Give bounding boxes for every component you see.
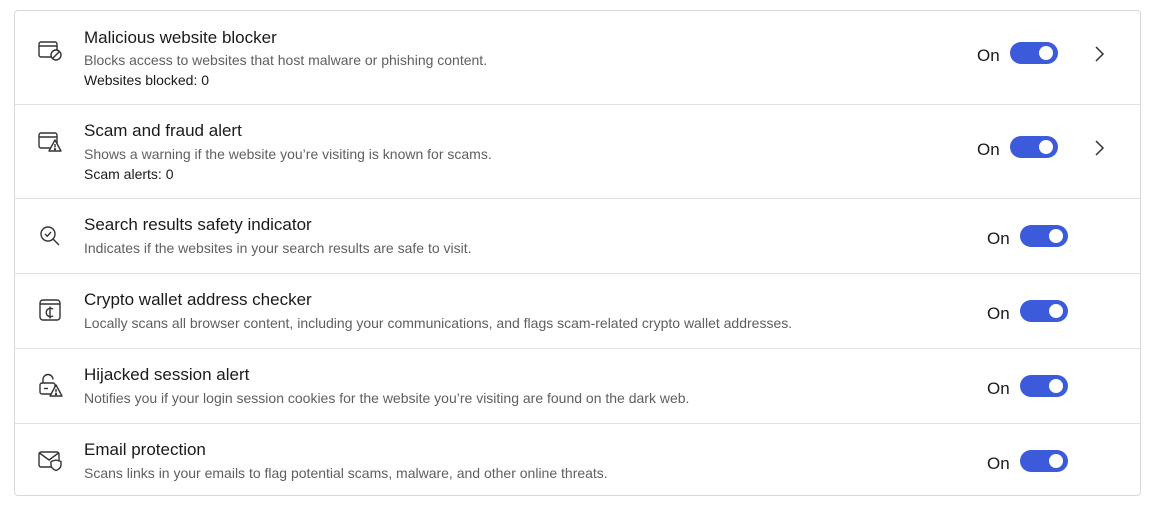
feature-row-crypto-wallet-address-checker: Crypto wallet address checker Locally sc… bbox=[15, 273, 1140, 349]
feature-description: Shows a warning if the website you’re vi… bbox=[84, 146, 492, 162]
toggle-knob bbox=[1049, 304, 1063, 318]
feature-title: Scam and fraud alert bbox=[84, 121, 242, 140]
toggle-knob bbox=[1039, 140, 1053, 154]
crypto-wallet-icon bbox=[36, 296, 64, 324]
feature-row-email-protection: Email protection Scans links in your ema… bbox=[15, 423, 1140, 495]
feature-description: Scans links in your emails to flag poten… bbox=[84, 465, 608, 481]
email-protection-toggle[interactable] bbox=[1020, 450, 1068, 472]
feature-description: Indicates if the websites in your search… bbox=[84, 240, 472, 256]
malicious-website-blocker-toggle[interactable] bbox=[1010, 42, 1058, 64]
toggle-state-label: On bbox=[987, 229, 1010, 248]
feature-row-malicious-website-blocker: Malicious website blocker Blocks access … bbox=[15, 11, 1140, 105]
crypto-wallet-address-checker-toggle[interactable] bbox=[1020, 300, 1068, 322]
feature-row-search-results-safety-indicator: Search results safety indicator Indicate… bbox=[15, 198, 1140, 274]
chevron-right-icon[interactable] bbox=[1092, 138, 1106, 158]
toggle-state-label: On bbox=[977, 46, 1000, 65]
toggle-knob bbox=[1049, 454, 1063, 468]
toggle-state-label: On bbox=[987, 379, 1010, 398]
feature-title: Search results safety indicator bbox=[84, 215, 312, 234]
search-results-safety-indicator-toggle[interactable] bbox=[1020, 225, 1068, 247]
email-shield-icon bbox=[36, 446, 64, 474]
toggle-knob bbox=[1049, 229, 1063, 243]
scam-and-fraud-alert-toggle[interactable] bbox=[1010, 136, 1058, 158]
feature-title: Hijacked session alert bbox=[84, 365, 250, 384]
feature-title: Email protection bbox=[84, 440, 206, 459]
toggle-knob bbox=[1039, 46, 1053, 60]
lock-warning-icon bbox=[36, 371, 64, 399]
browser-block-icon bbox=[36, 37, 64, 65]
feature-row-hijacked-session-alert: Hijacked session alert Notifies you if y… bbox=[15, 348, 1140, 424]
feature-row-scam-and-fraud-alert: Scam and fraud alert Shows a warning if … bbox=[15, 104, 1140, 199]
feature-title: Malicious website blocker bbox=[84, 28, 277, 47]
toggle-knob bbox=[1049, 379, 1063, 393]
search-check-icon bbox=[36, 222, 64, 250]
feature-description: Notifies you if your login session cooki… bbox=[84, 390, 690, 406]
chevron-right-icon[interactable] bbox=[1092, 44, 1106, 64]
web-protection-settings-panel: Malicious website blocker Blocks access … bbox=[14, 10, 1141, 496]
hijacked-session-alert-toggle[interactable] bbox=[1020, 375, 1068, 397]
toggle-state-label: On bbox=[987, 454, 1010, 473]
toggle-state-label: On bbox=[977, 140, 1000, 159]
browser-warning-icon bbox=[36, 128, 64, 156]
feature-title: Crypto wallet address checker bbox=[84, 290, 312, 309]
scam-alerts-count: Scam alerts: 0 bbox=[84, 166, 174, 182]
feature-description: Blocks access to websites that host malw… bbox=[84, 52, 488, 68]
toggle-state-label: On bbox=[987, 304, 1010, 323]
websites-blocked-count: Websites blocked: 0 bbox=[84, 72, 210, 88]
feature-description: Locally scans all browser content, inclu… bbox=[84, 315, 793, 331]
